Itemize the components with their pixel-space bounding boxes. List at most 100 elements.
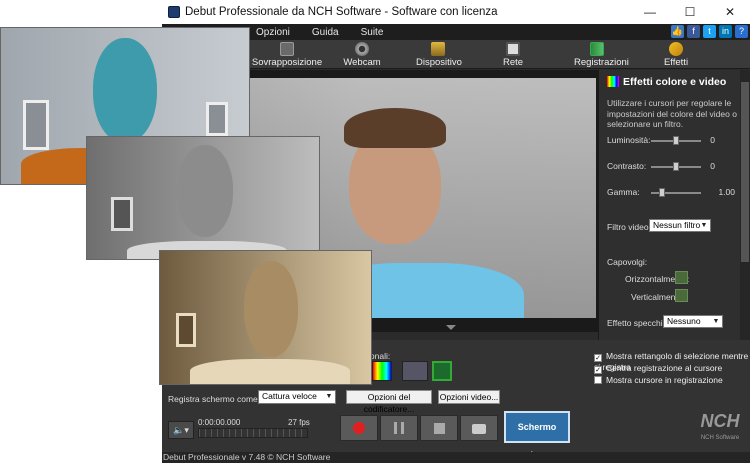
effect-thumbnail-3[interactable] xyxy=(432,361,452,381)
pause-button[interactable] xyxy=(380,415,418,441)
snapshot-button[interactable] xyxy=(460,415,498,441)
slider-thumb[interactable] xyxy=(673,162,679,171)
slider-thumb[interactable] xyxy=(673,136,679,145)
minimize-button[interactable]: — xyxy=(630,0,670,24)
toolbar-effects[interactable]: Effetti xyxy=(656,40,696,69)
brightness-slider[interactable] xyxy=(651,136,701,145)
check-label: Mostra cursore in registrazione xyxy=(606,375,723,385)
record-button[interactable] xyxy=(340,415,378,441)
checkbox[interactable]: ✓ xyxy=(594,366,602,374)
stop-button[interactable] xyxy=(420,415,458,441)
record-icon xyxy=(353,422,365,434)
app-icon xyxy=(168,6,180,18)
window-title: Debut Professionale da NCH Software - So… xyxy=(185,6,498,18)
video-options-button[interactable]: Opzioni video... xyxy=(438,390,500,404)
panel-scrollbar[interactable] xyxy=(740,70,750,340)
camera-overlay-icon xyxy=(280,42,294,56)
gamma-label: Gamma: xyxy=(607,187,640,197)
check-center-cursor[interactable]: ✓ Centra registrazione al cursore xyxy=(594,363,722,374)
record-as-label: Registra schermo come: xyxy=(168,394,261,404)
toolbar-label: Effetti xyxy=(663,57,689,68)
collapse-arrow-icon[interactable] xyxy=(446,325,456,330)
fullscreen-button[interactable]: Schermo pieno xyxy=(504,411,570,460)
contrast-slider[interactable] xyxy=(651,162,701,171)
flip-label: Capovolgi: xyxy=(607,257,648,267)
maximize-button[interactable]: ☐ xyxy=(670,0,710,24)
menu-opzioni[interactable]: Opzioni xyxy=(256,27,290,38)
color-palette-icon xyxy=(607,76,619,87)
face-shape xyxy=(244,261,298,357)
mirror-selected: Nessuno xyxy=(667,316,701,326)
flip-vertical-button[interactable] xyxy=(675,289,688,302)
facebook-icon[interactable]: f xyxy=(687,25,700,38)
nch-logo: NCH NCH Software xyxy=(694,408,746,448)
toolbar: Sovrapposizione camera Webcam Dispositiv… xyxy=(162,40,750,79)
stop-icon xyxy=(433,423,445,434)
check-label: Centra registrazione al cursore xyxy=(606,363,723,373)
toolbar-webcam[interactable]: Webcam xyxy=(342,40,382,69)
contrast-value: 0 xyxy=(710,161,715,171)
checkbox[interactable] xyxy=(594,376,602,384)
effects-panel: Effetti colore e video Utilizzare i curs… xyxy=(598,70,750,340)
gamma-slider[interactable] xyxy=(651,188,701,197)
network-icon xyxy=(506,42,520,56)
slider-thumb[interactable] xyxy=(659,188,665,197)
check-show-cursor[interactable]: Mostra cursore in registrazione xyxy=(594,375,723,385)
mirror-label: Effetto specchio: xyxy=(607,318,670,328)
webcam-icon xyxy=(355,42,369,56)
menu-guida[interactable]: Guida xyxy=(312,27,339,38)
mirror-select[interactable]: Nessuno ▼ xyxy=(663,315,723,328)
toolbar-label: Registrazioni xyxy=(574,57,629,68)
nch-brand-text: NCH Software xyxy=(700,435,740,441)
format-selected: Cattura veloce xyxy=(262,391,317,401)
toolbar-camera-overlay[interactable]: Sovrapposizione camera xyxy=(248,40,326,79)
close-button[interactable]: ✕ xyxy=(710,0,750,24)
thumbs-up-icon[interactable]: 👍 xyxy=(671,25,684,38)
face-shape xyxy=(93,38,157,143)
toolbar-recordings[interactable]: Registrazioni xyxy=(574,40,629,69)
frame-shape xyxy=(176,313,196,347)
effects-icon xyxy=(669,42,683,56)
help-icon[interactable]: ? xyxy=(735,25,748,38)
chevron-down-icon: ▼ xyxy=(325,393,333,400)
record-format-select[interactable]: Cattura veloce ▼ xyxy=(258,390,336,404)
toolbar-device[interactable]: Dispositivo xyxy=(416,40,462,69)
toolbar-label: Webcam xyxy=(343,57,381,68)
brightness-value: 0 xyxy=(710,135,715,145)
menu-suite[interactable]: Suite xyxy=(361,27,384,38)
toolbar-network[interactable]: Rete xyxy=(498,40,528,69)
shirt-shape xyxy=(190,359,350,384)
chevron-down-icon: ▼ xyxy=(712,318,720,325)
volume-button[interactable]: 🔈▾ xyxy=(168,421,194,439)
contrast-label: Contrasto: xyxy=(607,161,647,171)
face-shape xyxy=(177,145,233,237)
status-bar: Debut Professionale v 7.48 © NCH Softwar… xyxy=(162,452,750,463)
recordings-icon xyxy=(590,42,604,56)
checkbox[interactable]: ✓ xyxy=(594,354,602,362)
effect-thumbnail-1[interactable] xyxy=(372,361,392,381)
toolbar-label: Rete xyxy=(502,57,524,68)
flip-horizontal-button[interactable] xyxy=(675,271,688,284)
brightness-label: Luminosità: xyxy=(607,135,651,145)
filter-select[interactable]: Nessun filtro ▼ xyxy=(649,219,711,232)
scrollbar-thumb[interactable] xyxy=(741,82,749,262)
twitter-icon[interactable]: t xyxy=(703,25,716,38)
encoder-options-button[interactable]: Opzioni del codificatore... xyxy=(346,390,432,414)
title-bar: Debut Professionale da NCH Software - So… xyxy=(162,0,750,24)
filter-selected: Nessun filtro xyxy=(653,220,701,230)
panel-description: Utilizzare i cursori per regolare le imp… xyxy=(607,98,737,129)
linkedin-icon[interactable]: in xyxy=(719,25,732,38)
effect-thumbnail-2[interactable] xyxy=(402,361,428,381)
sepia-photo xyxy=(159,250,372,385)
device-icon xyxy=(431,42,445,56)
record-fps: 27 fps xyxy=(288,418,310,427)
frame-shape xyxy=(111,197,133,231)
grayscale-photo xyxy=(86,136,320,260)
level-meter xyxy=(198,428,308,438)
chevron-down-icon: ▼ xyxy=(700,222,708,229)
panel-title: Effetti colore e video xyxy=(623,76,727,88)
toolbar-label: Dispositivo xyxy=(416,57,462,68)
pause-icon xyxy=(394,422,404,434)
gamma-value: 1.00 xyxy=(718,187,735,197)
menu-bar: Opzioni Guida Suite 👍 f t in ? xyxy=(162,24,750,40)
